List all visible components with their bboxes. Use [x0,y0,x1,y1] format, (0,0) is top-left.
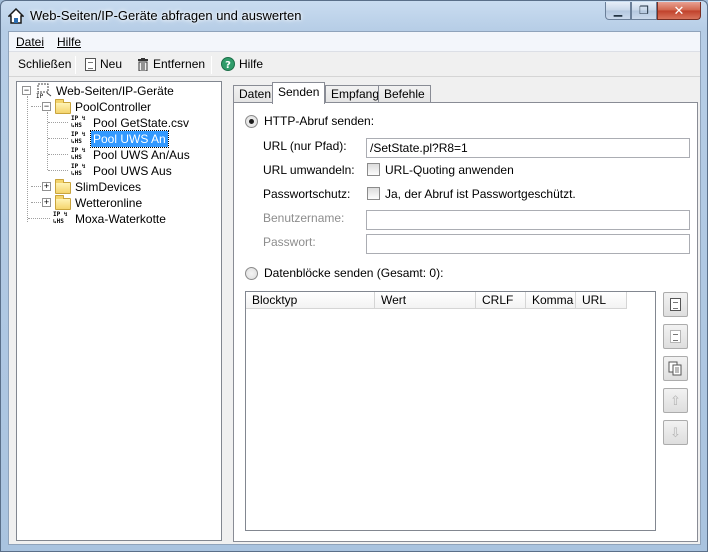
column-header-blocktyp[interactable]: Blocktyp [246,292,375,309]
tree-item-moxa-waterkotte[interactable]: Moxa-Waterkotte [73,211,168,227]
move-down-button[interactable]: ⇩ [663,420,688,445]
tab-empfang[interactable]: Empfang [325,85,386,103]
tree-line [48,138,68,139]
tree-line [48,154,68,155]
password-protection-label: Passwortschutz: [263,187,351,201]
column-header-crlf[interactable]: CRLF [476,292,526,309]
move-up-button[interactable]: ⇧ [663,388,688,413]
tree-line [47,112,48,170]
folder-icon [55,179,71,194]
tab-daten[interactable]: Daten [233,85,278,103]
network-root-icon: IP [36,83,52,99]
url-label: URL (nur Pfad): [263,139,347,153]
arrow-up-icon: ⇧ [670,392,681,408]
document-edit-icon [670,330,681,343]
app-window: Web-Seiten/IP-Geräte abfragen und auswer… [0,0,708,552]
data-blocks-list[interactable]: Blocktyp Wert CRLF Komma URL [245,291,656,531]
http-radio-label: HTTP-Abruf senden: [264,114,375,128]
remove-button[interactable]: Entfernen [137,57,205,71]
folder-icon [55,195,71,210]
arrow-down-icon: ⇩ [670,424,681,440]
tree-expander[interactable]: − [22,86,31,95]
tree-item-pool-uws-aus[interactable]: Pool UWS Aus [91,163,174,179]
close-tool-button[interactable]: Schließen [18,57,71,71]
data-blocks-radio-label: Datenblöcke senden (Gesamt: 0): [264,266,444,280]
new-label: Neu [100,57,123,71]
close-tool-label: Schließen [18,57,72,71]
tree-line [48,122,68,123]
tab-befehle[interactable]: Befehle [378,85,431,103]
svg-text:IP: IP [36,93,44,99]
menu-help[interactable]: Hilfe [57,35,81,49]
svg-text:?: ? [225,60,231,71]
minimize-button[interactable]: ▁ [605,2,631,20]
password-protection-check-label: Ja, der Abruf ist Passwortgeschützt. [385,187,576,201]
tree-expander[interactable]: + [42,198,51,207]
tree-line [48,170,68,171]
device-tree[interactable]: − IP Web-Seiten/IP-Geräte − PoolControll… [16,81,222,541]
column-header-wert[interactable]: Wert [375,292,476,309]
document-icon [670,298,681,311]
tree-expander[interactable]: − [42,102,51,111]
password-protection-checkbox[interactable] [367,187,380,200]
copy-document-icon [668,361,682,376]
username-input[interactable] [366,210,690,230]
edit-block-button[interactable] [663,324,688,349]
url-convert-label: URL umwandeln: [263,163,355,177]
data-blocks-radio[interactable] [245,267,258,280]
close-button[interactable]: ✕ [657,2,701,20]
ip-device-icon: IP ↯ ↳HS [71,131,86,145]
title-bar[interactable]: Web-Seiten/IP-Geräte abfragen und auswer… [1,1,707,31]
url-input[interactable]: /SetState.pl?R8=1 [366,138,690,158]
trash-icon [138,57,148,71]
maximize-button[interactable]: ❐ [631,2,657,20]
url-quoting-checkbox[interactable] [367,163,380,176]
tree-line [31,202,41,203]
add-block-button[interactable] [663,292,688,317]
ip-device-icon: IP ↯ ↳HS [71,115,86,129]
tree-line [31,106,41,107]
toolbar-separator [75,56,76,74]
column-header-komma[interactable]: Komma [526,292,576,309]
password-input[interactable] [366,234,690,254]
tree-expander[interactable]: + [42,182,51,191]
tree-line [27,96,28,222]
url-quoting-label: URL-Quoting anwenden [385,163,514,177]
toolbar-separator [211,56,212,74]
list-header: Blocktyp Wert CRLF Komma URL [246,292,655,309]
menu-file[interactable]: Datei [16,35,44,49]
send-tab-panel: HTTP-Abruf senden: URL (nur Pfad): /SetS… [233,102,698,542]
tree-item-poolcontroller[interactable]: PoolController [73,99,153,115]
client-area: Datei Hilfe Schließen Neu Entfernen ? Hi… [8,31,701,545]
column-header-url[interactable]: URL [576,292,627,309]
home-icon [8,8,24,24]
tree-item-slimdevices[interactable]: SlimDevices [73,179,143,195]
password-label: Passwort: [263,235,316,249]
help-button[interactable]: ? Hilfe [221,57,263,71]
toolbar: Schließen Neu Entfernen ? Hilfe [9,53,700,77]
folder-icon [55,99,71,114]
copy-block-button[interactable] [663,356,688,381]
help-icon: ? [221,57,235,71]
ip-device-icon: IP ↯ ↳HS [71,147,86,161]
tree-item-wetteronline[interactable]: Wetteronline [73,195,144,211]
window-title: Web-Seiten/IP-Geräte abfragen und auswer… [30,8,302,23]
new-document-icon [85,57,96,71]
tree-line [28,218,50,219]
tree-item-pool-uws-an[interactable]: Pool UWS An [90,130,169,148]
http-radio[interactable] [245,115,258,128]
tab-senden[interactable]: Senden [272,82,326,104]
tree-line [31,186,41,187]
tree-root[interactable]: Web-Seiten/IP-Geräte [54,83,176,99]
remove-label: Entfernen [153,57,206,71]
tree-item-pool-uws-an-aus[interactable]: Pool UWS An/Aus [91,147,192,163]
username-label: Benutzername: [263,211,345,225]
menu-bar: Datei Hilfe [9,32,700,52]
tree-item-pool-getstate[interactable]: Pool GetState.csv [91,115,191,131]
ip-device-icon: IP ↯ ↳HS [71,163,86,177]
help-label: Hilfe [239,57,264,71]
ip-device-icon: IP ↯ ↳HS [53,211,68,225]
new-button[interactable]: Neu [85,57,122,71]
